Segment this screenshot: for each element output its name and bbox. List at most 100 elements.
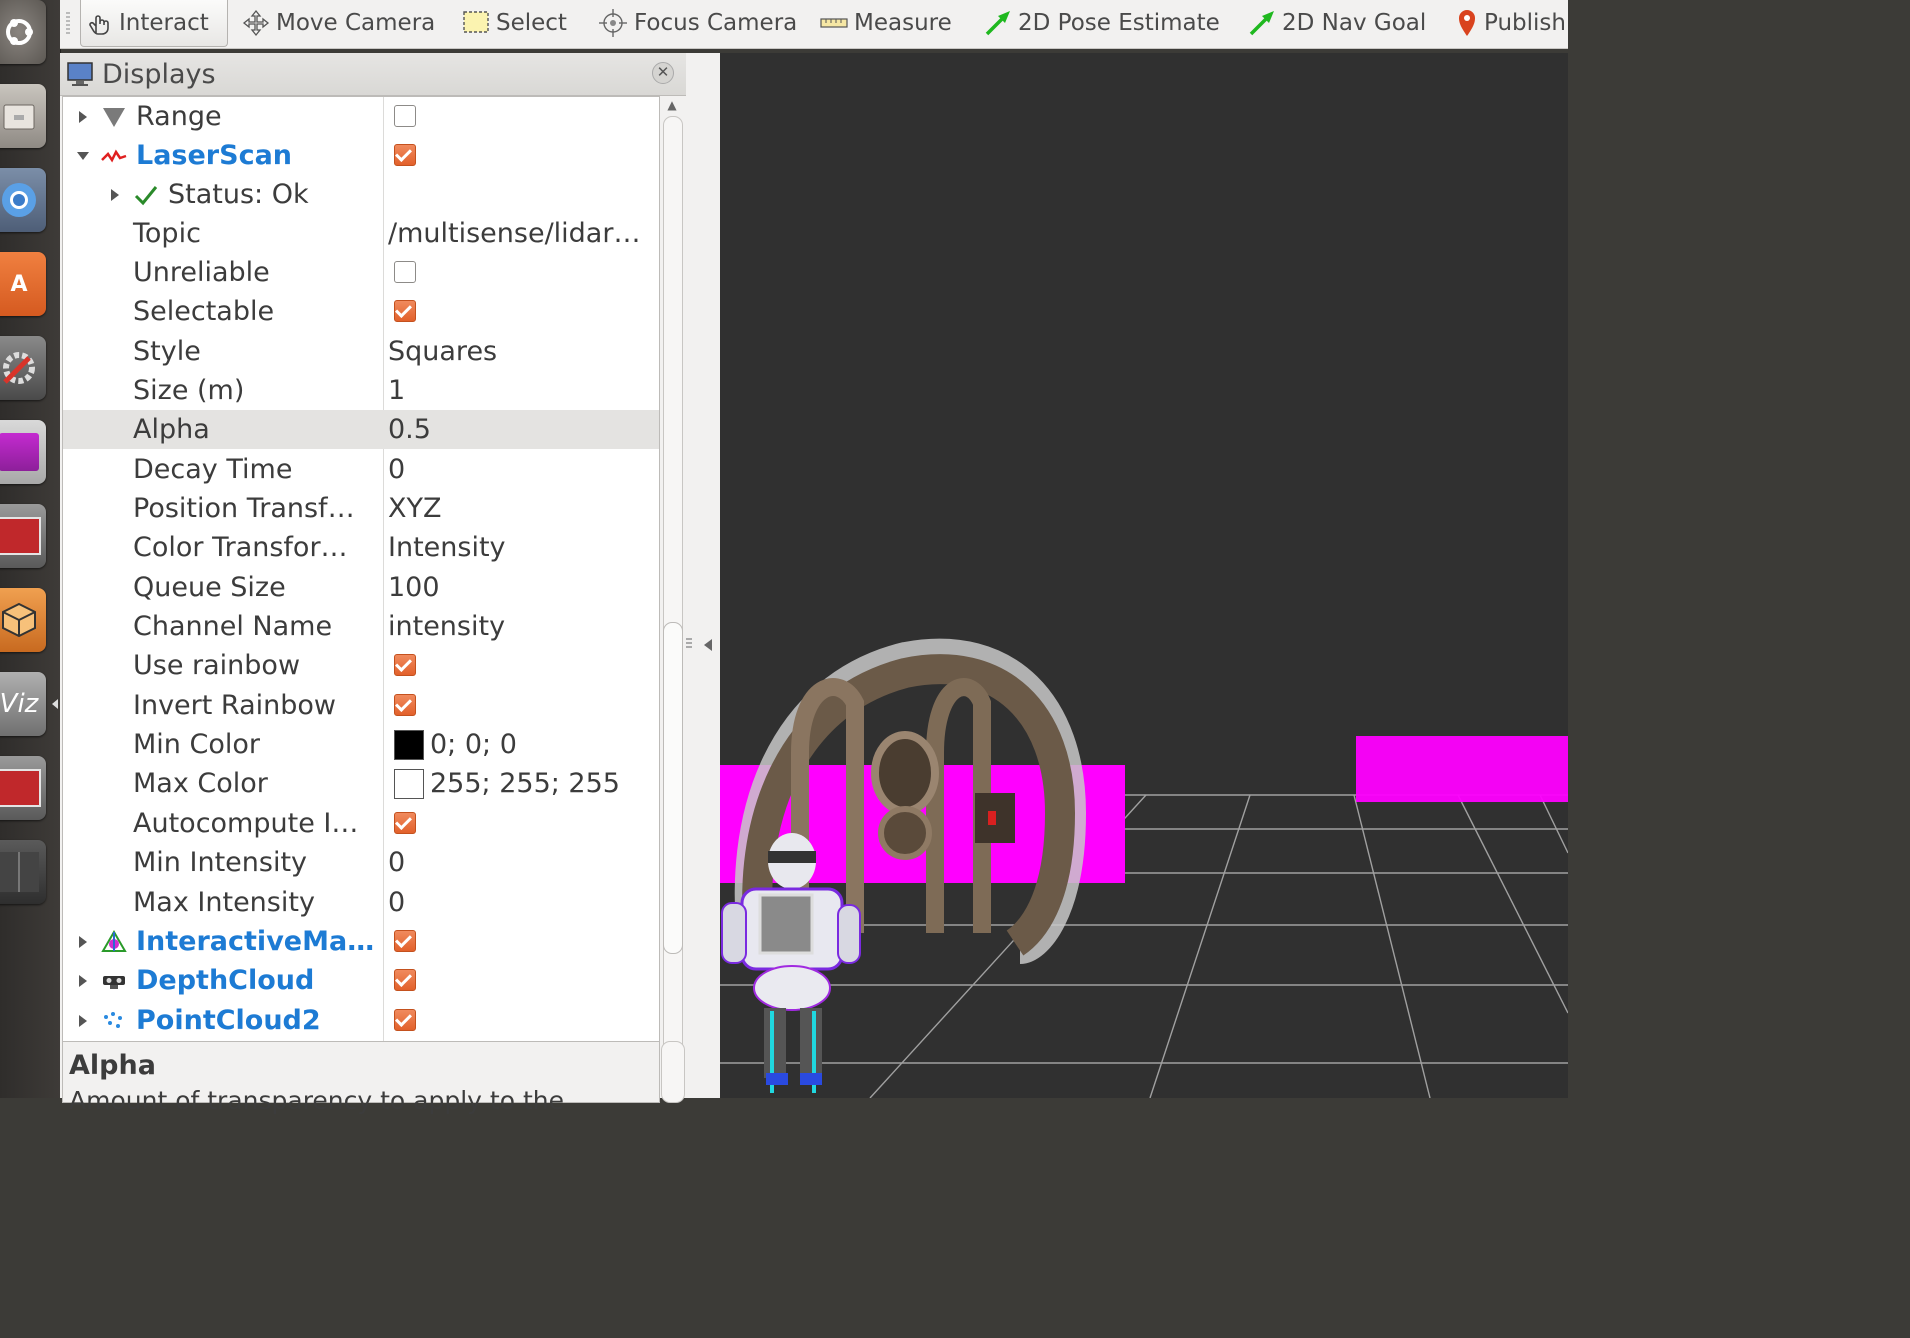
close-icon[interactable]: ✕ bbox=[652, 62, 674, 84]
property-checkbox[interactable] bbox=[394, 654, 416, 676]
enable-checkbox[interactable] bbox=[394, 930, 416, 952]
splitter-grip[interactable] bbox=[686, 638, 692, 650]
software-center-icon[interactable]: A bbox=[0, 252, 46, 316]
display-row-laserscan[interactable]: LaserScan bbox=[63, 136, 659, 175]
scrollbar-thumb[interactable] bbox=[663, 622, 683, 954]
color-swatch[interactable] bbox=[394, 730, 424, 760]
property-value[interactable]: 0 bbox=[388, 450, 405, 489]
display-row-interactive-markers[interactable]: InteractiveMa… bbox=[63, 922, 659, 961]
display-name: PointCloud2 bbox=[136, 1005, 321, 1036]
displays-panel: Displays ✕ Range LaserScan Status: Ok To… bbox=[60, 53, 686, 1115]
workspace-switcher-icon[interactable] bbox=[0, 840, 46, 904]
property-row[interactable]: Use rainbow bbox=[63, 646, 659, 685]
terminal-icon[interactable] bbox=[0, 504, 46, 568]
chromium-icon[interactable] bbox=[0, 168, 46, 232]
property-checkbox[interactable] bbox=[394, 694, 416, 716]
property-value[interactable]: 0.5 bbox=[388, 410, 431, 449]
expand-arrow-icon[interactable] bbox=[79, 1015, 87, 1027]
tool-label: Interact bbox=[119, 10, 209, 36]
tool-interact-button[interactable]: Interact bbox=[80, 0, 228, 47]
tool-label: Select bbox=[496, 10, 567, 36]
collapse-left-arrow-icon[interactable] bbox=[704, 639, 712, 651]
property-value[interactable]: 1 bbox=[388, 371, 405, 410]
tool-2d-nav-goal-button[interactable]: 2D Nav Goal bbox=[1248, 0, 1426, 46]
ubuntu-dash-icon[interactable] bbox=[0, 0, 46, 64]
property-value[interactable]: Squares bbox=[388, 332, 497, 371]
rviz-icon[interactable]: Viz bbox=[0, 672, 46, 736]
property-name: Selectable bbox=[133, 296, 275, 327]
displays-panel-title: Displays bbox=[102, 58, 216, 90]
display-name: LaserScan bbox=[136, 140, 293, 171]
expand-arrow-icon[interactable] bbox=[79, 111, 87, 123]
property-row[interactable]: Style Squares bbox=[63, 332, 659, 371]
expand-arrow-icon[interactable] bbox=[111, 189, 119, 201]
property-checkbox[interactable] bbox=[394, 300, 416, 322]
help-scrollbar[interactable] bbox=[661, 1041, 685, 1103]
property-row[interactable]: Color Transfor… Intensity bbox=[63, 528, 659, 567]
status-text: Status: Ok bbox=[168, 179, 309, 210]
property-value[interactable]: intensity bbox=[388, 607, 505, 646]
terminal-icon[interactable] bbox=[0, 756, 46, 820]
property-name: Topic bbox=[133, 218, 201, 249]
property-value[interactable]: 0 bbox=[388, 843, 405, 882]
virtualbox-icon[interactable] bbox=[0, 588, 46, 652]
property-name: Decay Time bbox=[133, 454, 293, 485]
scroll-up-icon[interactable]: ▲ bbox=[665, 98, 679, 112]
property-row[interactable]: Autocompute I… bbox=[63, 804, 659, 843]
property-name: Max Color bbox=[133, 768, 268, 799]
tool-focus-camera-button[interactable]: Focus Camera bbox=[598, 0, 797, 46]
property-row[interactable]: Decay Time 0 bbox=[63, 450, 659, 489]
tree-scrollbar[interactable]: ▲ ▼ bbox=[661, 96, 683, 1081]
render-3d-view[interactable] bbox=[720, 53, 1568, 1098]
toolbar-grip[interactable] bbox=[66, 12, 70, 34]
property-checkbox[interactable] bbox=[394, 812, 416, 834]
property-row[interactable]: Invert Rainbow bbox=[63, 686, 659, 725]
property-row[interactable]: Selectable bbox=[63, 292, 659, 331]
display-row-status[interactable]: Status: Ok bbox=[63, 175, 659, 214]
property-row[interactable]: Min Color 0; 0; 0 bbox=[63, 725, 659, 764]
display-row-range[interactable]: Range bbox=[63, 97, 659, 136]
property-name: Invert Rainbow bbox=[133, 690, 337, 721]
enable-checkbox[interactable] bbox=[394, 144, 416, 166]
property-row[interactable]: Unreliable bbox=[63, 253, 659, 292]
property-checkbox[interactable] bbox=[394, 261, 416, 283]
property-value[interactable]: 0; 0; 0 bbox=[430, 725, 517, 764]
property-value[interactable]: Intensity bbox=[388, 528, 506, 567]
property-row[interactable]: Channel Name intensity bbox=[63, 607, 659, 646]
display-row-depthcloud[interactable]: DepthCloud bbox=[63, 961, 659, 1000]
purple-app-icon[interactable] bbox=[0, 420, 46, 484]
hand-pointer-icon bbox=[89, 15, 109, 35]
tool-measure-button[interactable]: Measure bbox=[820, 0, 952, 46]
enable-checkbox[interactable] bbox=[394, 1009, 416, 1031]
property-row[interactable]: Max Color 255; 255; 255 bbox=[63, 764, 659, 803]
property-value[interactable]: XYZ bbox=[388, 489, 442, 528]
property-row[interactable]: Max Intensity 0 bbox=[63, 883, 659, 922]
property-value[interactable]: 0 bbox=[388, 883, 405, 922]
property-row[interactable]: Size (m) 1 bbox=[63, 371, 659, 410]
enable-checkbox[interactable] bbox=[394, 969, 416, 991]
property-value[interactable]: /multisense/lidar… bbox=[388, 214, 640, 253]
interactive-markers-icon bbox=[101, 930, 127, 952]
files-icon[interactable] bbox=[0, 84, 46, 148]
tool-select-button[interactable]: Select bbox=[462, 0, 567, 46]
expand-arrow-icon[interactable] bbox=[79, 975, 87, 987]
display-name: DepthCloud bbox=[136, 965, 315, 996]
display-tree[interactable]: Range LaserScan Status: Ok Topic /multis… bbox=[62, 96, 660, 1083]
property-value[interactable]: 255; 255; 255 bbox=[430, 764, 620, 803]
system-settings-icon[interactable] bbox=[0, 336, 46, 400]
property-row[interactable]: Queue Size 100 bbox=[63, 568, 659, 607]
property-row[interactable]: Position Transf… XYZ bbox=[63, 489, 659, 528]
property-row-selected[interactable]: Alpha 0.5 bbox=[63, 410, 659, 449]
display-row-pointcloud2[interactable]: PointCloud2 bbox=[63, 1001, 659, 1040]
enable-checkbox[interactable] bbox=[394, 105, 416, 127]
property-value[interactable]: 100 bbox=[388, 568, 440, 607]
tool-publish-point-button[interactable]: Publish bbox=[1456, 0, 1566, 46]
expand-arrow-icon[interactable] bbox=[79, 936, 87, 948]
tool-move-camera-button[interactable]: Move Camera bbox=[242, 0, 435, 46]
collapse-arrow-icon[interactable] bbox=[77, 152, 89, 160]
tool-2d-pose-estimate-button[interactable]: 2D Pose Estimate bbox=[984, 0, 1220, 46]
property-row[interactable]: Min Intensity 0 bbox=[63, 843, 659, 882]
color-swatch[interactable] bbox=[394, 769, 424, 799]
property-row[interactable]: Topic /multisense/lidar… bbox=[63, 214, 659, 253]
panel-splitter[interactable] bbox=[686, 53, 720, 1098]
